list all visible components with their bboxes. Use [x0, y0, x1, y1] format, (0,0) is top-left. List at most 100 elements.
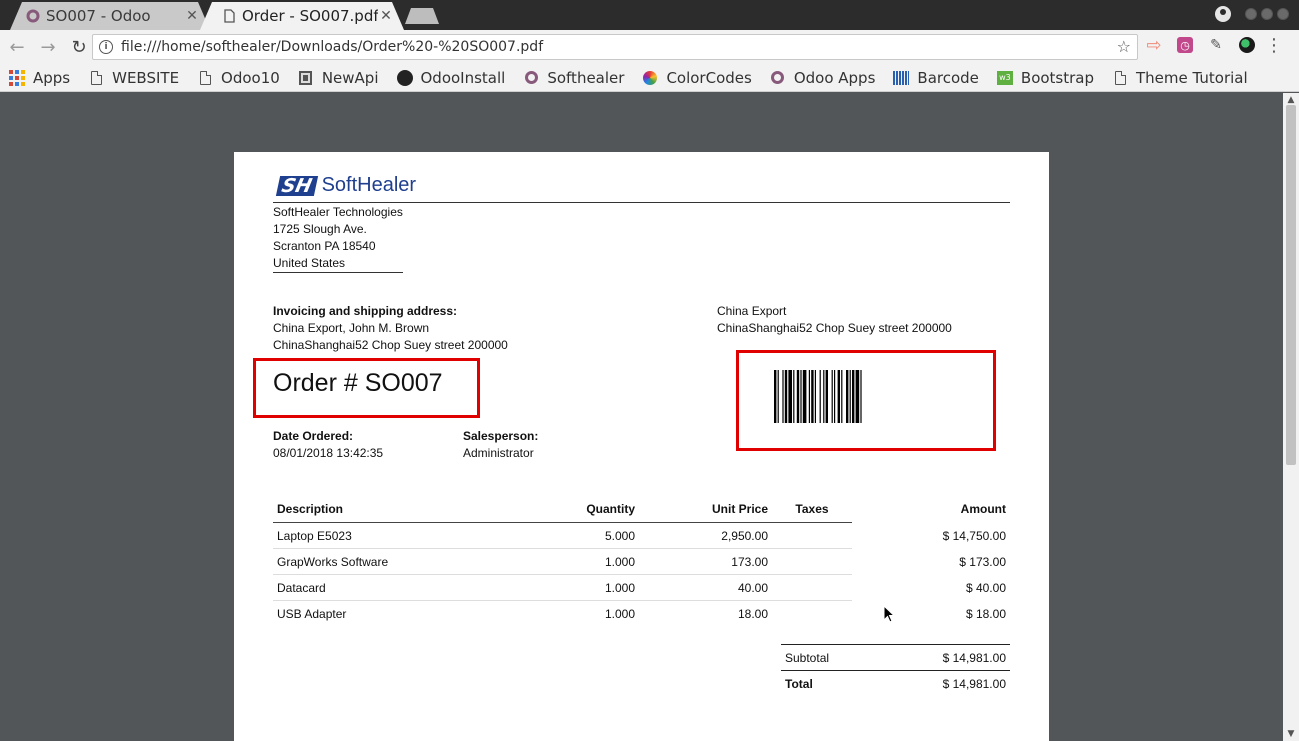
company-logo: SH SoftHealer — [275, 174, 416, 197]
cell-taxes — [772, 548, 852, 575]
barcode-bar — [819, 370, 821, 423]
barcode-bar — [777, 370, 779, 423]
cell-description: GrapWorks Software — [273, 548, 533, 575]
bookmark-label: Apps — [33, 68, 71, 87]
company-city: Scranton PA 18540 — [273, 239, 376, 253]
browser-menu-icon[interactable]: ⋮ — [1265, 35, 1283, 56]
extension-arrow-icon[interactable]: ⇨ — [1145, 35, 1163, 56]
url-text[interactable]: file:///home/softhealer/Downloads/Order%… — [121, 39, 543, 55]
col-description: Description — [273, 496, 533, 523]
bookmark-odoo10[interactable]: Odoo10 — [197, 69, 280, 87]
book-icon — [299, 70, 313, 85]
arrow-right-icon: → — [40, 36, 56, 58]
odoo-icon — [771, 71, 785, 84]
barcode-bar — [860, 370, 862, 423]
close-icon[interactable]: ✕ — [184, 8, 200, 24]
bookmark-label: Bootstrap — [1020, 68, 1095, 87]
browser-tab-strip: SO007 - Odoo ✕ Order - SO007.pdf ✕ — [0, 0, 1299, 30]
order-barcode — [774, 370, 862, 423]
maximize-button[interactable] — [1261, 8, 1273, 20]
barcode-bar — [782, 370, 784, 423]
tab-title: SO007 - Odoo — [46, 7, 151, 25]
extensions-area: ⇨ ◷ ✎ ⋮ — [1145, 35, 1283, 56]
scroll-down-icon[interactable]: ▼ — [1283, 727, 1299, 741]
mouse-cursor-icon — [883, 605, 896, 623]
barcode-bar — [814, 370, 816, 423]
bookmark-barcode[interactable]: Barcode — [893, 69, 979, 87]
reload-button[interactable]: ↻ — [65, 33, 93, 61]
salesperson: Salesperson: Administrator — [463, 428, 538, 462]
subtotal-value: $ 14,981.00 — [877, 644, 1010, 671]
date-ordered: Date Ordered: 08/01/2018 13:42:35 — [273, 428, 383, 462]
partner-line: China Export — [717, 304, 787, 318]
barcode-bar — [855, 370, 860, 423]
barcode-bar — [825, 370, 828, 423]
order-lines-table: Description Quantity Unit Price Taxes Am… — [273, 496, 1010, 627]
total-value: $ 14,981.00 — [942, 676, 1006, 691]
barcode-bar — [800, 370, 802, 423]
partner-address: China Export ChinaShanghai52 Chop Suey s… — [717, 303, 952, 337]
extension-globe-icon[interactable] — [1239, 37, 1255, 53]
page-icon — [1114, 70, 1126, 85]
table-row: Laptop E5023 5.000 2,950.00 $ 14,750.00 — [273, 522, 1010, 549]
col-amount: Amount — [960, 502, 1006, 517]
bookmark-label: OdooInstall — [420, 68, 506, 87]
bookmark-label: ColorCodes — [666, 68, 752, 87]
bookmark-bootstrap[interactable]: w3 Bootstrap — [996, 68, 1095, 87]
page-icon — [199, 70, 211, 85]
bookmark-label: Softhealer — [547, 68, 625, 87]
close-icon[interactable]: ✕ — [378, 8, 394, 24]
extension-timer-icon[interactable]: ◷ — [1177, 37, 1193, 53]
tab-odoo[interactable]: SO007 - Odoo ✕ — [10, 2, 210, 30]
barcode-bar — [849, 370, 851, 423]
bookmark-softhealer[interactable]: Softhealer — [523, 69, 624, 87]
tab-pdf[interactable]: Order - SO007.pdf ✕ — [200, 2, 404, 30]
extension-eyedropper-icon[interactable]: ✎ — [1207, 36, 1225, 54]
barcode-bar — [852, 370, 855, 423]
color-wheel-icon — [643, 70, 658, 85]
salesperson-label: Salesperson: — [463, 429, 539, 443]
new-tab-button[interactable] — [405, 8, 439, 24]
bookmark-website[interactable]: WEBSITE — [88, 69, 179, 87]
bookmark-theme-tutorial[interactable]: Theme Tutorial — [1112, 69, 1248, 87]
cell-amount: $ 40.00 — [965, 580, 1006, 595]
user-account-icon[interactable] — [1215, 6, 1231, 22]
header-divider — [273, 202, 1010, 203]
scroll-thumb[interactable] — [1286, 105, 1296, 465]
cell-unit-price: 173.00 — [639, 548, 772, 575]
company-street: 1725 Slough Ave. — [273, 222, 367, 236]
forward-button[interactable]: → — [34, 33, 62, 61]
bookmark-label: WEBSITE — [112, 68, 180, 87]
close-window-button[interactable] — [1277, 8, 1289, 20]
info-icon[interactable]: i — [99, 40, 113, 54]
minimize-button[interactable] — [1245, 8, 1257, 20]
cell-quantity: 1.000 — [533, 548, 639, 575]
vertical-scrollbar[interactable]: ▲ ▼ — [1283, 93, 1299, 741]
barcode-bar — [784, 370, 788, 423]
barcode-bar — [823, 370, 825, 423]
bookmark-apps[interactable]: Apps — [9, 69, 70, 87]
bookmark-star-icon[interactable]: ☆ — [1117, 37, 1131, 56]
cell-amount: $ 173.00 — [959, 554, 1006, 569]
bookmarks-bar: Apps WEBSITE Odoo10 NewApi OdooInstall S… — [0, 64, 1299, 92]
bookmark-newapi[interactable]: NewApi — [298, 69, 379, 87]
reload-icon: ↻ — [71, 36, 87, 58]
pdf-viewer[interactable]: SH SoftHealer SoftHealer Technologies 17… — [0, 93, 1299, 741]
cell-unit-price: 18.00 — [737, 606, 768, 621]
barcode-bar — [796, 370, 800, 423]
page-icon — [90, 70, 102, 85]
barcode-bar — [802, 370, 807, 423]
bookmark-odoo-apps[interactable]: Odoo Apps — [770, 69, 875, 87]
cell-unit-price: 40.00 — [639, 574, 772, 601]
cell-amount: $ 14,750.00 — [942, 528, 1006, 543]
arrow-left-icon: ← — [9, 36, 25, 58]
odoo-icon — [26, 9, 40, 23]
bootstrap-icon: w3 — [996, 70, 1013, 85]
bookmark-odooinstall[interactable]: OdooInstall — [396, 68, 506, 87]
bookmark-colorcodes[interactable]: ColorCodes — [642, 68, 752, 87]
back-button[interactable]: ← — [3, 33, 31, 61]
tab-title: Order - SO007.pdf — [242, 7, 378, 25]
company-name: SoftHealer Technologies — [273, 205, 403, 219]
invoicing-address: Invoicing and shipping address: China Ex… — [273, 303, 508, 354]
address-bar[interactable]: i file:///home/softhealer/Downloads/Orde… — [92, 34, 1138, 60]
